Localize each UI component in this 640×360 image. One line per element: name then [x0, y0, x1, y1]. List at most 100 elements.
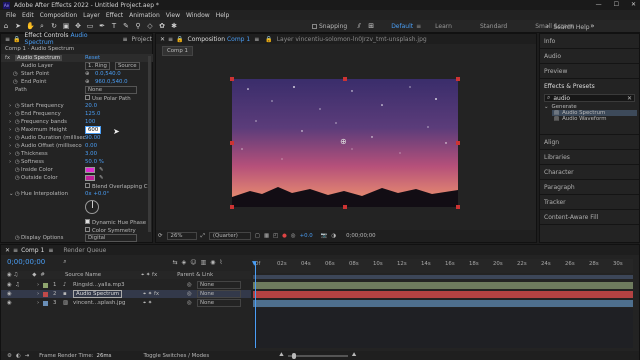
hue-interpolation-value[interactable]: 0x +0.0°	[85, 191, 109, 197]
expand-chevron-icon[interactable]: ›	[9, 159, 11, 165]
menu-window[interactable]: Window	[186, 12, 210, 19]
workspace-learn[interactable]: Learn	[435, 23, 452, 30]
use-polar-path-checkbox[interactable]	[85, 94, 90, 100]
menu-layer[interactable]: Layer	[83, 12, 100, 19]
expand-chevron-icon[interactable]: ⌄	[9, 191, 14, 197]
layer-row-1[interactable]: ◉ ♫ › 1 ♪ Ringsld...yalla.mp3 ◎ None	[1, 281, 251, 289]
zoom-out-icon[interactable]: ⛰	[279, 352, 284, 359]
fit-icon[interactable]: ⤢	[201, 233, 205, 240]
rectangle-tool-icon[interactable]: ▭	[86, 22, 94, 30]
parent-select[interactable]: None	[197, 299, 241, 307]
end-point-value[interactable]: 960.0,540.0	[95, 79, 128, 85]
puppet-tool-icon[interactable]: ✱	[170, 22, 178, 30]
start-frequency-value[interactable]: 20.0	[85, 103, 97, 109]
clear-search-icon[interactable]: ✕	[627, 95, 632, 102]
layer-tab[interactable]: Layer vincentiu-solomon-ln0Jrzv_tmt-unsp…	[277, 36, 427, 43]
stopwatch-icon[interactable]: ◷	[15, 151, 20, 157]
zoom-in-icon[interactable]: ⛰	[352, 352, 357, 359]
minimize-button[interactable]: —	[596, 1, 602, 8]
snapshot-icon[interactable]: 📷	[321, 233, 328, 239]
source-name-column[interactable]: Source Name	[65, 272, 101, 278]
character-panel-tab[interactable]: Character	[540, 165, 639, 180]
render-queue-tab[interactable]: Render Queue	[63, 247, 106, 254]
snapping-checkbox[interactable]	[312, 23, 317, 29]
tracker-panel-tab[interactable]: Tracker	[540, 195, 639, 210]
composition-viewer[interactable]: ⊕	[232, 79, 458, 207]
time-ruler[interactable]: 0f 02s 04s 06s 08s 10s 12s 14s 16s 18s 2…	[253, 259, 633, 273]
stopwatch-icon[interactable]: ◷	[15, 191, 20, 197]
visibility-eye-icon[interactable]: ◉	[7, 291, 12, 297]
expand-chevron-icon[interactable]: ›	[37, 291, 39, 297]
lock-icon-2[interactable]: 🔒	[265, 36, 272, 43]
panel-menu-icon[interactable]: ≡	[5, 36, 10, 43]
audio-speaker-icon[interactable]: ♫	[15, 282, 20, 288]
blend-overlapping-checkbox[interactable]	[85, 182, 90, 188]
outside-color-swatch[interactable]	[85, 175, 95, 181]
panel-menu-icon-2[interactable]: ≡	[254, 36, 259, 43]
motion-blur-icon[interactable]: ◉	[210, 259, 215, 266]
layer-name[interactable]: Ringsld...yalla.mp3	[73, 282, 125, 288]
stopwatch-icon[interactable]: ◷	[15, 135, 20, 141]
switches-icons[interactable]: ⌖ ✦ fx	[143, 291, 159, 298]
maximum-height-input[interactable]: 600	[85, 126, 101, 134]
camera-tool-icon[interactable]: ▣	[62, 22, 70, 30]
audio-panel-tab[interactable]: Audio	[540, 49, 639, 64]
layer-label-color[interactable]	[43, 300, 48, 306]
mask-visibility-icon[interactable]: ◰	[273, 233, 278, 239]
expand-chevron-icon[interactable]: ›	[9, 119, 11, 125]
start-point-value[interactable]: 0.0,540.0	[95, 71, 121, 77]
show-snapshot-icon[interactable]: ◑	[331, 233, 336, 239]
workspace-standard[interactable]: Standard	[480, 23, 507, 30]
region-of-interest-icon[interactable]: ▢	[255, 233, 260, 239]
workspace-menu-icon[interactable]: ≡	[416, 23, 421, 30]
parent-link-column[interactable]: Parent & Link	[177, 272, 213, 278]
stopwatch-icon[interactable]: ◷	[15, 159, 20, 165]
paragraph-panel-tab[interactable]: Paragraph	[540, 180, 639, 195]
expand-chevron-icon[interactable]: ›	[9, 151, 11, 157]
draft-3d-icon[interactable]: ◈	[182, 259, 187, 266]
parent-select[interactable]: None	[197, 281, 241, 289]
lock-icon[interactable]: 🔒	[13, 36, 20, 43]
menu-file[interactable]: File	[6, 12, 16, 19]
parent-pickwhip-icon[interactable]: ◎	[187, 282, 192, 288]
crosshair-icon[interactable]: ⊕	[85, 79, 90, 85]
handle-top-center[interactable]	[343, 77, 347, 81]
panel-menu-icon[interactable]: ≡	[168, 36, 173, 43]
menu-help[interactable]: Help	[216, 12, 230, 19]
handle-top-left[interactable]	[230, 77, 234, 81]
expand-chevron-icon[interactable]: ›	[37, 300, 39, 306]
clone-stamp-tool-icon[interactable]: ⚲	[134, 22, 142, 30]
thickness-value[interactable]: 3.00	[85, 151, 97, 157]
effects-presets-title[interactable]: Effects & Presets	[540, 79, 639, 92]
frame-blending-icon[interactable]: ▥	[201, 259, 207, 266]
stopwatch-icon[interactable]: ◷	[15, 119, 20, 125]
visibility-eye-icon[interactable]: ◉	[7, 282, 12, 288]
frequency-bands-value[interactable]: 100	[85, 119, 95, 125]
project-tab[interactable]: Project	[131, 36, 152, 43]
brush-tool-icon[interactable]: ✎	[122, 22, 130, 30]
effect-header-row[interactable]: fx Audio Spectrum Reset	[1, 54, 153, 62]
eyedropper-icon[interactable]: ✎	[99, 167, 104, 173]
expand-chevron-icon[interactable]: ›	[9, 111, 11, 117]
crosshair-icon[interactable]: ⊕	[85, 71, 90, 77]
expand-chevron-icon[interactable]: ›	[9, 127, 11, 133]
effects-search-input[interactable]: ⌕ audio ✕	[544, 94, 635, 102]
timeline-tab-comp[interactable]: Comp 1	[21, 247, 44, 254]
libraries-panel-tab[interactable]: Libraries	[540, 150, 639, 165]
effect-controls-scrollbar[interactable]	[148, 56, 151, 232]
info-panel-tab[interactable]: Info	[540, 34, 639, 49]
timecode-display[interactable]: 0;00;00;00	[7, 258, 45, 266]
in-out-icon[interactable]: ⇥	[25, 353, 30, 359]
roto-brush-tool-icon[interactable]: ✿	[158, 22, 166, 30]
current-time-indicator[interactable]	[255, 262, 256, 348]
switches-icons[interactable]: ⌖ ✦	[143, 300, 152, 307]
content-aware-fill-panel-tab[interactable]: Content-Aware Fill	[540, 210, 639, 225]
menu-animation[interactable]: Animation	[129, 12, 160, 19]
stopwatch-icon[interactable]: ◷	[15, 103, 20, 109]
stopwatch-icon[interactable]: ◷	[13, 79, 18, 85]
channel-icon[interactable]: ●	[282, 233, 287, 239]
transparency-grid-icon[interactable]: ▦	[264, 233, 269, 239]
track-bar-layer-1[interactable]	[253, 282, 633, 289]
comp-chip[interactable]: Comp 1	[162, 46, 193, 56]
layer-label-color[interactable]	[43, 282, 48, 288]
